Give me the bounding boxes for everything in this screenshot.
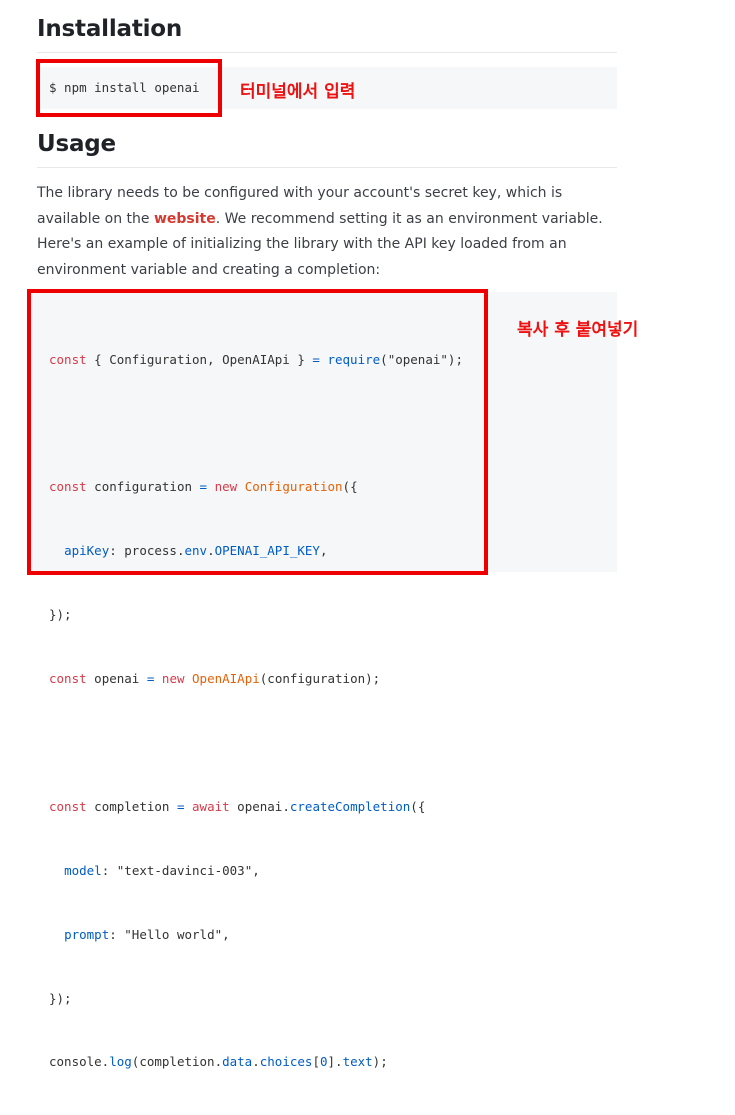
- code-line: const openai = new OpenAIApi(configurati…: [49, 671, 381, 687]
- code-line: console.log(completion.data.choices[0].t…: [49, 1054, 388, 1070]
- heading-divider: [37, 167, 617, 168]
- install-highlight-frame: [36, 59, 222, 117]
- usage-description: The library needs to be configured with …: [37, 181, 622, 283]
- code-highlight-frame: [27, 289, 488, 575]
- usage-heading: Usage: [37, 131, 116, 157]
- code-line: });: [49, 990, 72, 1006]
- code-line: const completion = await openai.createCo…: [49, 798, 426, 814]
- code-line: model: "text-davinci-003",: [64, 862, 260, 878]
- copy-paste-annotation: 복사 후 붙여넣기: [517, 320, 639, 340]
- code-line: prompt: "Hello world",: [64, 926, 230, 942]
- website-link[interactable]: website: [154, 211, 216, 227]
- terminal-annotation: 터미널에서 입력: [240, 82, 356, 102]
- heading-divider: [37, 52, 617, 53]
- code-line: });: [49, 607, 72, 623]
- installation-heading: Installation: [37, 16, 183, 42]
